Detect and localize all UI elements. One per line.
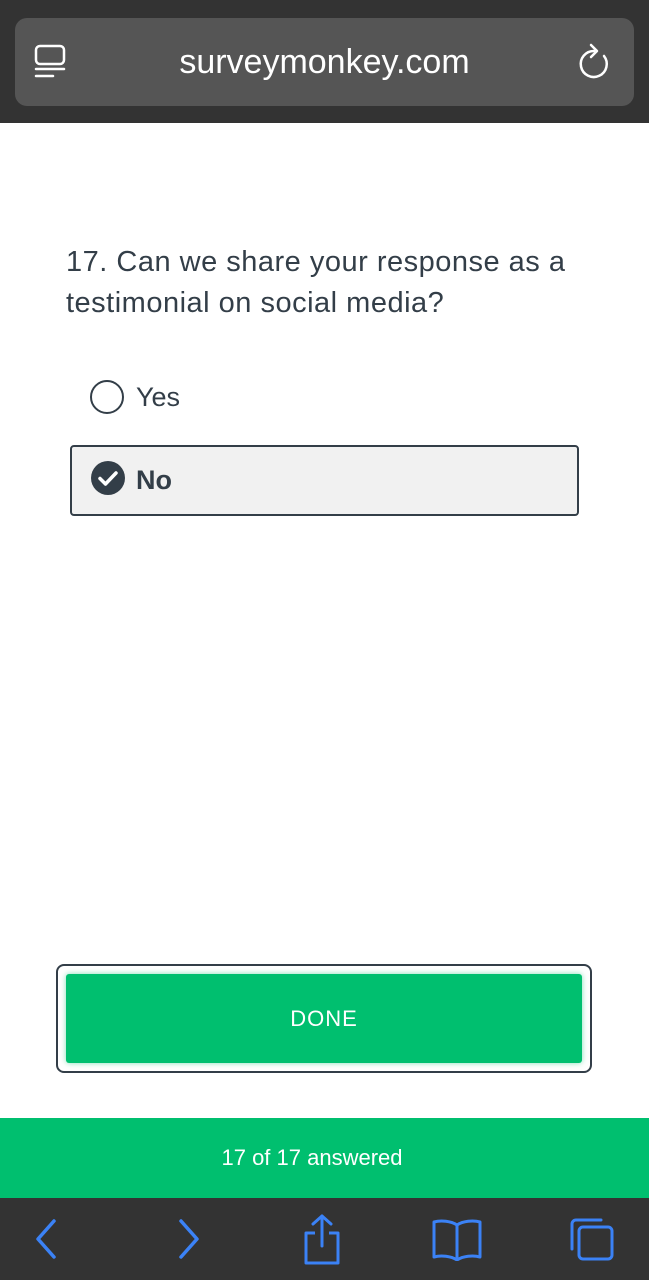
done-button-focus-ring: DONE [56, 964, 592, 1073]
reload-icon[interactable] [576, 42, 612, 82]
page: surveymonkey.com 17. Can we share your r… [0, 0, 649, 1280]
option-no-label[interactable]: No [136, 447, 172, 514]
option-no[interactable]: No [70, 445, 579, 516]
tabs-icon[interactable] [562, 1212, 622, 1266]
progress-text: 17 of 17 answered [221, 1145, 403, 1170]
question-text: 17. Can we share your response as a test… [66, 246, 566, 319]
done-button[interactable]: DONE [66, 974, 582, 1063]
chevron-left-icon[interactable] [17, 1212, 77, 1266]
address-bar[interactable]: surveymonkey.com [15, 18, 634, 106]
url-text[interactable]: surveymonkey.com [15, 18, 634, 106]
option-yes-label[interactable]: Yes [136, 364, 180, 430]
radio-unchecked-icon[interactable] [90, 380, 124, 414]
book-icon[interactable] [427, 1212, 487, 1266]
progress-bar: 17 of 17 answered [0, 1118, 649, 1198]
browser-top-bar: surveymonkey.com [0, 0, 649, 123]
radio-checked-icon[interactable] [91, 461, 125, 495]
share-icon[interactable] [292, 1212, 352, 1266]
browser-bottom-toolbar [0, 1198, 649, 1280]
option-yes[interactable]: Yes [70, 364, 579, 430]
chevron-right-icon[interactable] [158, 1212, 218, 1266]
